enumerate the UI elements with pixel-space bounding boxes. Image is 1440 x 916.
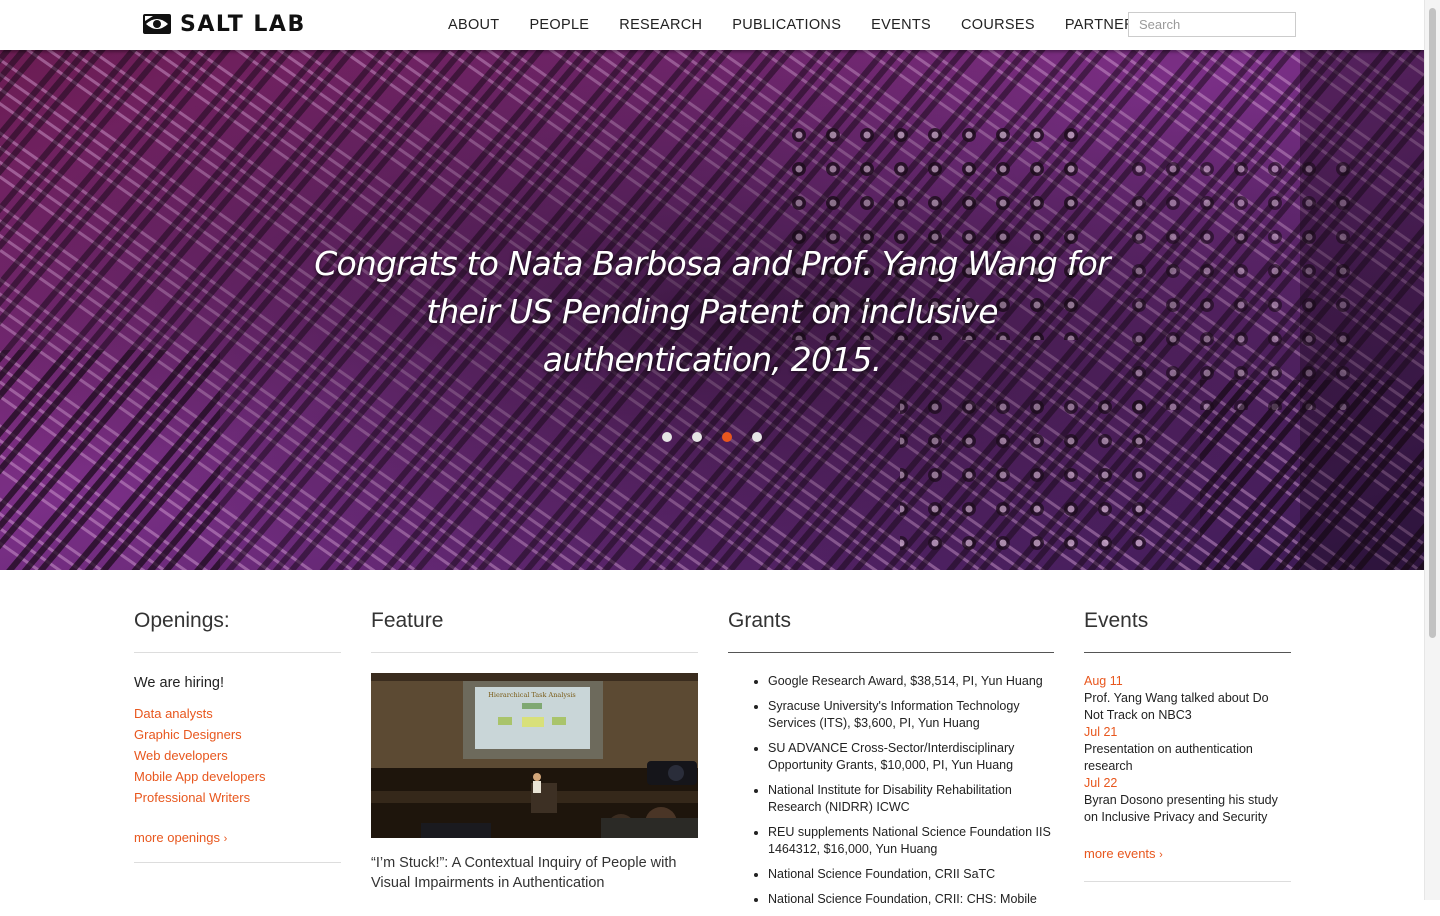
nav-about[interactable]: ABOUT [448, 17, 499, 33]
list-item: Data analysts [134, 703, 341, 724]
list-item: National Science Foundation, CRII SaTC [768, 866, 1054, 883]
event-text[interactable]: Presentation on authentication research [1084, 741, 1291, 775]
list-item: National Institute for Disability Rehabi… [768, 782, 1054, 816]
more-events: more events › [1084, 846, 1291, 861]
grants-section: Grants Google Research Award, $38,514, P… [728, 606, 1054, 916]
divider [134, 862, 341, 863]
carousel-dot-1[interactable] [662, 432, 672, 442]
divider [1084, 881, 1291, 882]
more-events-link[interactable]: more events › [1084, 846, 1163, 861]
opening-link-web-developers[interactable]: Web developers [134, 748, 228, 763]
slide-title: Hierarchical Task Analysis [488, 691, 576, 699]
divider [371, 652, 698, 653]
list-item: Syracuse University's Information Techno… [768, 698, 1054, 732]
feature-section: Feature Hierarchical Task Analysis “I’m … [371, 606, 698, 893]
openings-section: Openings: We are hiring! Data analysts G… [134, 606, 341, 863]
grants-heading: Grants [728, 609, 792, 632]
more-openings-label: more openings [134, 830, 220, 845]
event-text[interactable]: Prof. Yang Wang talked about Do Not Trac… [1084, 690, 1291, 724]
scrollbar-thumb[interactable] [1429, 8, 1436, 638]
opening-link-data-analysts[interactable]: Data analysts [134, 706, 213, 721]
site-logo[interactable]: SALT LAB [142, 11, 306, 37]
carousel-indicators [662, 432, 782, 442]
chevron-right-icon: › [223, 833, 228, 845]
more-events-label: more events [1084, 846, 1156, 861]
events-list: Aug 11 Prof. Yang Wang talked about Do N… [1084, 673, 1291, 826]
list-item: Mobile App developers [134, 766, 341, 787]
search-input[interactable] [1128, 12, 1296, 37]
hero-carousel: Congrats to Nata Barbosa and Prof. Yang … [0, 50, 1425, 570]
event-text[interactable]: Byran Dosono presenting his study on Inc… [1084, 792, 1291, 826]
site-header: SALT LAB ABOUT PEOPLE RESEARCH PUBLICATI… [0, 0, 1425, 50]
hiring-text: We are hiring! [134, 675, 224, 691]
carousel-dot-4[interactable] [752, 432, 762, 442]
opening-link-mobile-app-developers[interactable]: Mobile App developers [134, 769, 266, 784]
events-heading: Events [1084, 609, 1149, 632]
page-scrollbar[interactable] [1424, 0, 1440, 900]
list-item: Google Research Award, $38,514, PI, Yun … [768, 673, 1054, 690]
list-item: Professional Writers [134, 787, 341, 808]
event-date: Jul 21 [1084, 725, 1118, 739]
openings-heading: Openings: [134, 609, 230, 632]
divider [1084, 652, 1291, 653]
list-item: Web developers [134, 745, 341, 766]
eye-logo-icon [143, 14, 171, 34]
hero-caption: Congrats to Nata Barbosa and Prof. Yang … [314, 244, 1110, 379]
list-item: SU ADVANCE Cross-Sector/Interdisciplinar… [768, 740, 1054, 774]
carousel-dot-2[interactable] [692, 432, 702, 442]
chevron-right-icon: › [1159, 849, 1163, 861]
event-date: Aug 11 [1084, 674, 1123, 688]
nav-people[interactable]: PEOPLE [529, 17, 589, 33]
opening-link-graphic-designers[interactable]: Graphic Designers [134, 727, 242, 742]
feature-title[interactable]: “I’m Stuck!”: A Contextual Inquiry of Pe… [371, 853, 698, 893]
openings-list: Data analysts Graphic Designers Web deve… [134, 703, 341, 808]
nav-courses[interactable]: COURSES [961, 17, 1035, 33]
lecture-hall-photo: Hierarchical Task Analysis [371, 673, 698, 838]
nav-research[interactable]: RESEARCH [619, 17, 702, 33]
events-section: Events Aug 11 Prof. Yang Wang talked abo… [1084, 606, 1291, 882]
logo-text: SALT LAB [180, 11, 306, 37]
main-nav: ABOUT PEOPLE RESEARCH PUBLICATIONS EVENT… [448, 0, 1210, 50]
carousel-dot-3[interactable] [722, 432, 732, 442]
divider [728, 652, 1054, 653]
nav-publications[interactable]: PUBLICATIONS [732, 17, 841, 33]
feature-heading: Feature [371, 609, 444, 632]
feature-image[interactable]: Hierarchical Task Analysis [371, 673, 698, 838]
grants-list: Google Research Award, $38,514, PI, Yun … [728, 673, 1054, 908]
divider [134, 652, 341, 653]
event-date: Jul 22 [1084, 776, 1118, 790]
list-item: Graphic Designers [134, 724, 341, 745]
more-openings-link[interactable]: more openings › [134, 830, 227, 845]
nav-events[interactable]: EVENTS [871, 17, 931, 33]
more-openings: more openings › [134, 830, 341, 845]
opening-link-professional-writers[interactable]: Professional Writers [134, 790, 250, 805]
list-item: REU supplements National Science Foundat… [768, 824, 1054, 858]
